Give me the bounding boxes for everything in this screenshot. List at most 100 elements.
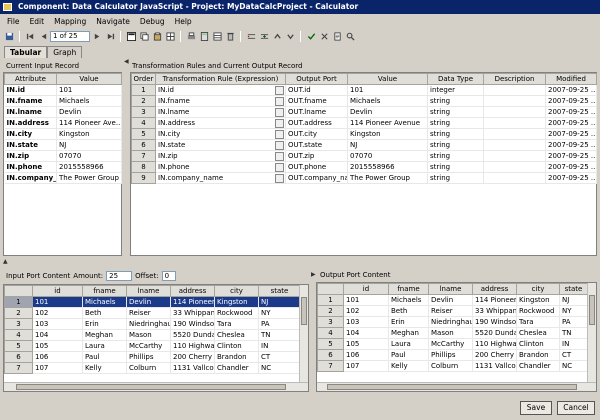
row-number-cell[interactable]: 3: [317, 316, 344, 328]
modified-cell[interactable]: 2007-09-25 ...: [545, 117, 597, 129]
city-cell[interactable]: Kingston: [516, 294, 560, 306]
attribute-cell[interactable]: IN.fname: [4, 95, 57, 107]
save-icon[interactable]: [3, 30, 15, 42]
value-cell[interactable]: 114 Pioneer Avenue: [347, 117, 428, 129]
state-cell[interactable]: IN: [258, 340, 301, 352]
rule-cell[interactable]: IN.city: [155, 128, 286, 140]
address-cell[interactable]: 5520 Dunda...: [170, 329, 215, 341]
modified-cell[interactable]: 2007-09-25 ...: [545, 84, 597, 96]
description-cell[interactable]: [483, 128, 546, 140]
fname-cell[interactable]: Erin: [82, 318, 127, 330]
document-icon[interactable]: [331, 30, 343, 42]
value-cell[interactable]: Kingston: [347, 128, 428, 140]
attribute-cell[interactable]: IN.state: [4, 139, 57, 151]
column-header-value[interactable]: Value: [56, 73, 122, 85]
city-cell[interactable]: Cheslea: [516, 327, 560, 339]
cancel-button[interactable]: Cancel: [557, 401, 595, 415]
address-cell[interactable]: 200 Cherry ...: [472, 349, 517, 361]
fname-cell[interactable]: Erin: [388, 316, 429, 328]
row-number-cell[interactable]: 5: [317, 338, 344, 350]
output-port-cell[interactable]: OUT.phone: [285, 161, 348, 173]
edit-expression-icon[interactable]: [275, 152, 284, 161]
row-number-cell[interactable]: 4: [317, 327, 344, 339]
description-cell[interactable]: [483, 84, 546, 96]
calculator-icon[interactable]: [198, 30, 210, 42]
table-row[interactable]: 6 IN.state OUT.state NJ string 2007-09-25 ...: [131, 139, 597, 151]
description-cell[interactable]: [483, 150, 546, 162]
output-port-vertical-scrollbar[interactable]: [587, 283, 596, 382]
order-cell[interactable]: 3: [131, 106, 156, 118]
id-cell[interactable]: 101: [32, 296, 83, 308]
value-cell[interactable]: Kingston: [56, 128, 122, 140]
lname-cell[interactable]: Niedringhaus: [126, 318, 171, 330]
city-cell[interactable]: Rockwood: [516, 305, 560, 317]
fname-cell[interactable]: Meghan: [82, 329, 127, 341]
rule-cell[interactable]: IN.id: [155, 84, 286, 96]
table-row[interactable]: 5 IN.city OUT.city Kingston string 2007-09-25…: [131, 128, 597, 140]
value-cell[interactable]: Devlin: [347, 106, 428, 118]
modified-cell[interactable]: 2007-09-25 ...: [545, 95, 597, 107]
insert-row-icon[interactable]: [245, 30, 257, 42]
table-row[interactable]: 3103ErinNiedringhaus190 Windsor...TaraPA: [4, 318, 301, 330]
row-number-cell[interactable]: 2: [317, 305, 344, 317]
table-row[interactable]: 2102BethReiser33 Whippan...RockwoodNY: [317, 305, 588, 317]
address-cell[interactable]: 114 Pioneer ...: [170, 296, 215, 308]
paste-icon[interactable]: [151, 30, 163, 42]
value-cell[interactable]: 101: [56, 84, 122, 96]
output-port-cell[interactable]: OUT.fname: [285, 95, 348, 107]
data-type-cell[interactable]: string: [427, 161, 484, 173]
modified-cell[interactable]: 2007-09-25 ...: [545, 172, 597, 184]
city-cell[interactable]: Tara: [214, 318, 259, 330]
id-cell[interactable]: 101: [343, 294, 389, 306]
move-down-icon[interactable]: [284, 30, 296, 42]
id-cell[interactable]: 104: [343, 327, 389, 339]
data-type-cell[interactable]: string: [427, 128, 484, 140]
fname-cell[interactable]: Laura: [388, 338, 429, 350]
table-row[interactable]: 7107KellyColburn1131 Vallco ...ChandlerN…: [317, 360, 588, 372]
fname-cell[interactable]: Kelly: [82, 362, 127, 374]
fname-cell[interactable]: Meghan: [388, 327, 429, 339]
city-cell[interactable]: Brandon: [214, 351, 259, 363]
move-up-icon[interactable]: [271, 30, 283, 42]
order-cell[interactable]: 7: [131, 150, 156, 162]
lname-cell[interactable]: Reiser: [126, 307, 171, 319]
table-row[interactable]: 1 IN.id OUT.id 101 integer 2007-09-25 ...: [131, 84, 597, 96]
row-number-cell[interactable]: 4: [4, 329, 33, 341]
id-cell[interactable]: 103: [343, 316, 389, 328]
record-position-field[interactable]: 1 of 25: [50, 30, 90, 42]
modified-cell[interactable]: 2007-09-25 ...: [545, 139, 597, 151]
description-cell[interactable]: [483, 161, 546, 173]
id-cell[interactable]: 105: [343, 338, 389, 350]
output-port-cell[interactable]: OUT.company_name: [285, 172, 348, 184]
table-row[interactable]: 5105LauraMcCarthy110 Highwa...ClintonIN: [317, 338, 588, 350]
menu-file[interactable]: File: [2, 17, 25, 26]
lname-cell[interactable]: Mason: [428, 327, 473, 339]
column-header-id[interactable]: id: [343, 283, 389, 295]
table-row[interactable]: IN.lname Devlin: [4, 106, 122, 118]
id-cell[interactable]: 102: [343, 305, 389, 317]
table-row[interactable]: 5105LauraMcCarthy110 Highwa...ClintonIN: [4, 340, 301, 352]
row-number-cell[interactable]: 3: [4, 318, 33, 330]
data-type-cell[interactable]: string: [427, 172, 484, 184]
state-cell[interactable]: NJ: [258, 296, 301, 308]
column-header-order[interactable]: Order: [131, 73, 156, 85]
address-cell[interactable]: 33 Whippan...: [170, 307, 215, 319]
order-cell[interactable]: 9: [131, 172, 156, 184]
fname-cell[interactable]: Laura: [82, 340, 127, 352]
value-cell[interactable]: 07070: [56, 150, 122, 162]
description-cell[interactable]: [483, 172, 546, 184]
table-row[interactable]: 7107KellyColburn1131 Vallco ...ChandlerN…: [4, 362, 301, 374]
edit-expression-icon[interactable]: [275, 86, 284, 95]
state-cell[interactable]: IN: [559, 338, 588, 350]
rule-cell[interactable]: IN.state: [155, 139, 286, 151]
first-record-icon[interactable]: [24, 30, 36, 42]
output-port-cell[interactable]: OUT.city: [285, 128, 348, 140]
delete-icon[interactable]: [224, 30, 236, 42]
lname-cell[interactable]: McCarthy: [428, 338, 473, 350]
data-type-cell[interactable]: string: [427, 117, 484, 129]
city-cell[interactable]: Kingston: [214, 296, 259, 308]
id-cell[interactable]: 106: [343, 349, 389, 361]
lname-cell[interactable]: Colburn: [126, 362, 171, 374]
add-row-icon[interactable]: [258, 30, 270, 42]
description-cell[interactable]: [483, 117, 546, 129]
